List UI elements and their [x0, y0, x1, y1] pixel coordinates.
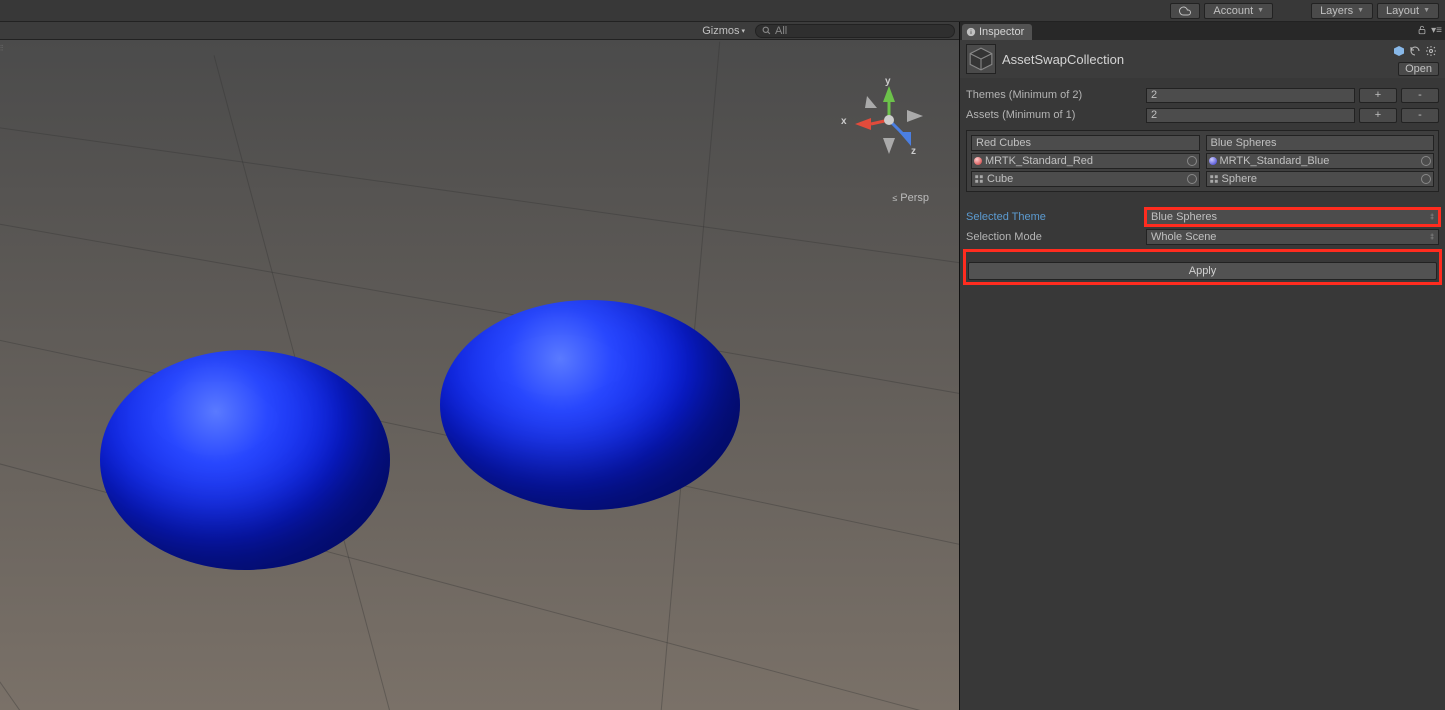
chevron-down-icon: ▼	[1357, 7, 1364, 14]
chevron-down-icon: ▾	[741, 27, 745, 35]
sphere-object[interactable]	[100, 350, 390, 570]
perspective-label[interactable]: ≤ Persp	[893, 192, 929, 204]
apply-highlight: Apply	[966, 252, 1439, 282]
account-label: Account	[1213, 5, 1253, 17]
assets-count-label: Assets (Minimum of 1)	[966, 109, 1146, 121]
settings-icon[interactable]	[1423, 44, 1439, 58]
inspector-body: Themes (Minimum of 2) 2 + - Assets (Mini…	[960, 78, 1445, 288]
material-icon	[974, 157, 982, 165]
chevron-updown-icon: ‡	[1430, 214, 1434, 221]
object-picker-icon[interactable]	[1187, 156, 1197, 166]
tab-inspector[interactable]: Inspector	[962, 24, 1032, 40]
themes-container: Red Cubes MRTK_Standard_Red Cube Blue Sp…	[966, 130, 1439, 192]
theme-column-red: Red Cubes MRTK_Standard_Red Cube	[971, 135, 1200, 187]
inspector-tabbar: Inspector ▾≡	[960, 22, 1445, 40]
inspector-panel: Inspector ▾≡ AssetSwapCollection Open Th…	[959, 22, 1445, 710]
panel-drag-handle[interactable]: ⠿	[0, 44, 4, 53]
object-picker-icon[interactable]	[1187, 174, 1197, 184]
search-input[interactable]: All	[755, 24, 955, 38]
layout-button[interactable]: Layout ▼	[1377, 3, 1439, 19]
material-object-field[interactable]: MRTK_Standard_Blue	[1206, 153, 1435, 169]
mesh-object-field[interactable]: Cube	[971, 171, 1200, 187]
info-icon	[966, 27, 976, 37]
themes-count-label: Themes (Minimum of 2)	[966, 89, 1146, 101]
layout-label: Layout	[1386, 5, 1419, 17]
chevron-updown-icon: ‡	[1430, 234, 1434, 241]
sphere-object[interactable]	[440, 300, 740, 510]
asset-type-icon	[966, 44, 996, 74]
themes-add-button[interactable]: +	[1359, 88, 1397, 103]
layers-button[interactable]: Layers ▼	[1311, 3, 1373, 19]
axis-y-label: y	[885, 76, 891, 87]
themes-count-field[interactable]: 2	[1146, 88, 1355, 103]
material-icon	[1209, 157, 1217, 165]
lock-icon[interactable]	[1417, 25, 1427, 38]
material-object-field[interactable]: MRTK_Standard_Red	[971, 153, 1200, 169]
prefab-icon[interactable]	[1391, 44, 1407, 58]
layers-label: Layers	[1320, 5, 1353, 17]
chevron-down-icon: ▼	[1257, 7, 1264, 14]
inspector-tab-label: Inspector	[979, 26, 1024, 38]
revert-icon[interactable]	[1407, 44, 1423, 58]
inspector-header: AssetSwapCollection Open	[960, 40, 1445, 78]
scene-toolbar: Gizmos ▾ All	[0, 22, 959, 40]
selection-mode-dropdown[interactable]: Whole Scene ‡	[1146, 229, 1439, 245]
themes-remove-button[interactable]: -	[1401, 88, 1439, 103]
axis-gizmo[interactable]: y x z	[849, 80, 929, 190]
assets-add-button[interactable]: +	[1359, 108, 1397, 123]
open-button[interactable]: Open	[1398, 62, 1439, 76]
axis-z-label: z	[911, 146, 916, 157]
theme-column-blue: Blue Spheres MRTK_Standard_Blue Sphere	[1206, 135, 1435, 187]
theme-name-field[interactable]: Red Cubes	[971, 135, 1200, 151]
assets-count-field[interactable]: 2	[1146, 108, 1355, 123]
selected-theme-dropdown[interactable]: Blue Spheres ‡	[1146, 209, 1439, 225]
cloud-button[interactable]	[1170, 3, 1200, 19]
theme-name-field[interactable]: Blue Spheres	[1206, 135, 1435, 151]
gizmos-label: Gizmos	[702, 25, 739, 37]
mesh-object-field[interactable]: Sphere	[1206, 171, 1435, 187]
scene-view[interactable]: y x z ≤ Persp ⠿	[0, 40, 959, 710]
object-picker-icon[interactable]	[1421, 174, 1431, 184]
selection-mode-label: Selection Mode	[966, 231, 1146, 243]
panel-menu-icon[interactable]: ▾≡	[1431, 25, 1442, 36]
chevron-down-icon: ▼	[1423, 7, 1430, 14]
search-placeholder: All	[775, 25, 787, 37]
apply-button[interactable]: Apply	[968, 262, 1437, 280]
axis-x-label: x	[841, 116, 847, 127]
gizmos-dropdown[interactable]: Gizmos ▾	[698, 25, 749, 37]
search-icon	[762, 26, 771, 35]
object-picker-icon[interactable]	[1421, 156, 1431, 166]
asset-title: AssetSwapCollection	[1002, 52, 1124, 67]
top-toolbar: Account ▼ Layers ▼ Layout ▼	[0, 0, 1445, 22]
mesh-icon	[1209, 174, 1219, 184]
selected-theme-label: Selected Theme	[966, 211, 1146, 223]
mesh-icon	[974, 174, 984, 184]
account-button[interactable]: Account ▼	[1204, 3, 1273, 19]
assets-remove-button[interactable]: -	[1401, 108, 1439, 123]
scene-panel: Gizmos ▾ All	[0, 22, 959, 710]
